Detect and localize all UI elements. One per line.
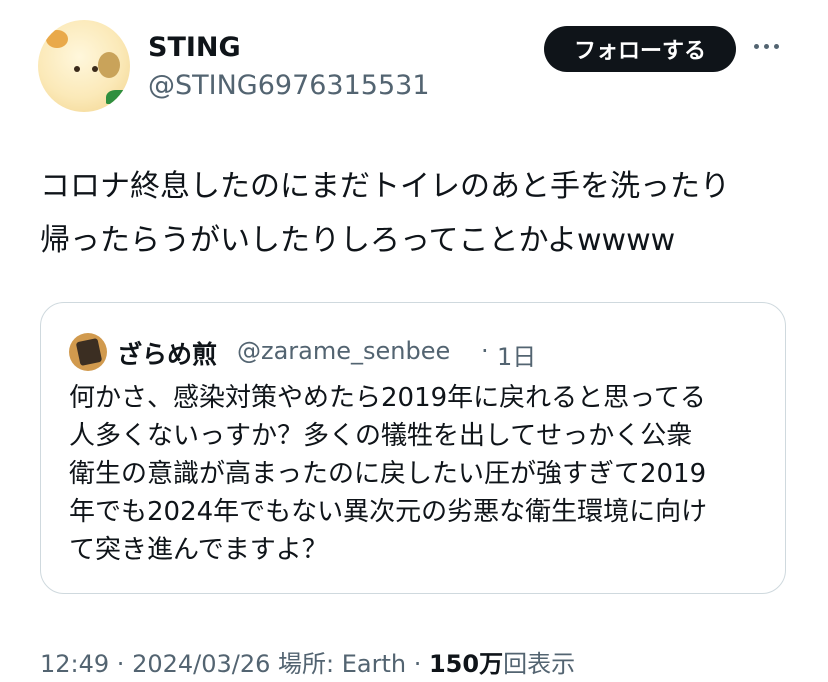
tweet-location: 場所: Earth <box>270 650 407 678</box>
view-count: 150万 <box>428 650 504 678</box>
separator-dot: · <box>481 337 489 365</box>
quoted-text-line: 人多くないっすか？多くの犠牲を出してせっかく公衆 <box>69 421 693 451</box>
dot-shape <box>764 44 769 49</box>
meta-separator: · <box>406 650 429 678</box>
meta-separator: · <box>109 650 133 678</box>
tweet-text: コロナ終息したのにまだトイレのあと手を洗ったり 帰ったらうがいしたりしろってこと… <box>40 160 800 268</box>
quoted-tweet-card[interactable]: ざらめ煎 @zarame_senbee · 1日 何かさ、感染対策やめたら201… <box>40 302 786 594</box>
quoted-text-line: 衛生の意識が高まったのに戻したい圧が強すぎて2019 <box>69 459 707 489</box>
tweet-date[interactable]: 2024/03/26 <box>132 650 270 678</box>
avatar-block-shape <box>75 337 103 367</box>
author-handle[interactable]: @STING6976315531 <box>148 70 430 101</box>
tweet-time[interactable]: 12:49 <box>40 650 109 678</box>
quoted-tweet-time[interactable]: 1日 <box>497 337 536 372</box>
view-label: 回表示 <box>503 650 576 678</box>
dot-shape <box>754 44 759 49</box>
avatar-eye-shape <box>92 66 98 72</box>
author-display-name[interactable]: STING <box>148 32 241 63</box>
author-avatar[interactable] <box>38 20 130 112</box>
avatar-ear-shape <box>46 30 68 48</box>
tweet-meta: 12:49 · 2024/03/26 場所: Earth · 150万回表示 <box>40 644 575 679</box>
quoted-author-avatar[interactable] <box>69 333 107 371</box>
avatar-ear-shape <box>98 52 120 78</box>
more-options-icon[interactable] <box>754 44 779 49</box>
quoted-author-name[interactable]: ざらめ煎 <box>117 335 217 371</box>
tweet-text-line: 帰ったらうがいしたりしろってことかよwwww <box>40 223 676 258</box>
quoted-author-handle[interactable]: @zarame_senbee <box>237 337 450 365</box>
follow-button[interactable]: フォローする <box>544 26 736 72</box>
dot-shape <box>774 44 779 49</box>
avatar-eye-shape <box>74 66 80 72</box>
avatar-leaf-shape <box>106 90 126 104</box>
quoted-text-line: て突き進んでますよ？ <box>69 535 328 565</box>
quoted-text-line: 年でも2024年でもない異次元の劣悪な衛生環境に向け <box>69 497 708 527</box>
tweet-text-line: コロナ終息したのにまだトイレのあと手を洗ったり <box>40 169 730 204</box>
quoted-tweet-text: 何かさ、感染対策やめたら2019年に戻れると思ってる 人多くないっすか？多くの犠… <box>69 379 769 569</box>
quoted-text-line: 何かさ、感染対策やめたら2019年に戻れると思ってる <box>69 383 706 413</box>
